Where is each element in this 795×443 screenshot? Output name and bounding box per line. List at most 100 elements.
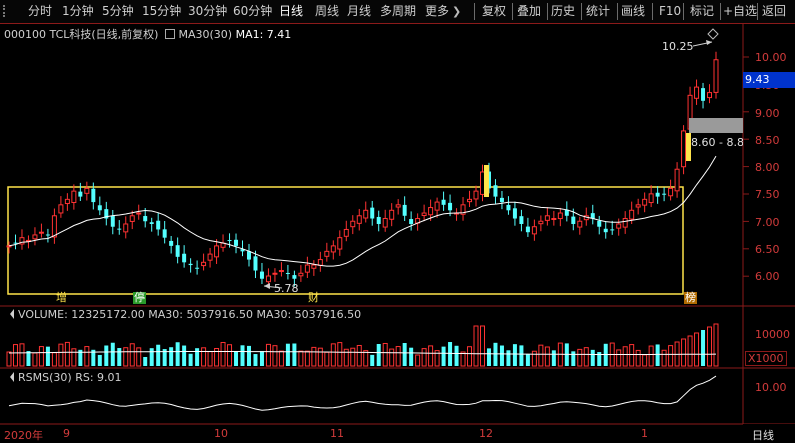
candle-body — [149, 222, 154, 224]
volume-bar — [272, 345, 278, 367]
volume-bar — [467, 346, 473, 367]
volume-bar — [278, 350, 284, 367]
volume-bar — [350, 347, 356, 367]
volume-bar — [337, 342, 343, 367]
collapse-arrow-icon[interactable] — [10, 372, 14, 382]
volume-bar — [460, 351, 466, 367]
collapse-arrow-icon[interactable] — [10, 309, 14, 319]
volume-bar — [285, 343, 290, 366]
candle-body — [428, 207, 434, 216]
volume-bar — [687, 335, 693, 367]
volume-bar — [642, 354, 648, 367]
candle-body — [253, 256, 258, 271]
candle-body — [272, 272, 278, 275]
volume-bar — [551, 350, 556, 366]
candle-body — [136, 212, 142, 215]
volume-bar — [97, 354, 102, 366]
volume-bar — [661, 349, 667, 367]
candle-body — [97, 205, 102, 211]
volume-bar — [149, 348, 154, 366]
candle-body — [285, 272, 290, 274]
marker-bang[interactable]: 榜 — [684, 292, 697, 304]
x-axis-period: 日线 — [752, 429, 774, 442]
volume-bar — [317, 347, 323, 367]
candle-body — [409, 219, 414, 224]
volume-bar — [525, 354, 530, 366]
candle-body — [493, 185, 498, 197]
high-price-label: 10.25 — [662, 40, 694, 53]
price-tick: 8.50 — [755, 134, 780, 147]
candle-body — [38, 231, 44, 234]
candle-body — [610, 229, 615, 231]
marker-zeng[interactable]: 增 — [55, 292, 68, 304]
candle-body — [662, 193, 667, 195]
volume-bar — [648, 345, 654, 367]
highlight-bar — [484, 165, 489, 197]
diamond-icon[interactable] — [707, 28, 719, 40]
marker-ting[interactable]: 停 — [133, 292, 146, 304]
x-axis-label: 12 — [479, 427, 493, 440]
volume-bar — [376, 344, 381, 366]
candle-body — [467, 198, 473, 203]
candle-body — [78, 191, 83, 197]
candle-body — [441, 199, 446, 205]
volume-bar — [143, 356, 148, 366]
candle-body — [551, 218, 557, 221]
volume-bar — [71, 348, 77, 367]
time-axis: 2020年 9 10 11 12 1 — [0, 427, 743, 443]
volume-bar — [519, 345, 524, 366]
volume-bar — [538, 344, 544, 367]
candle-body — [506, 204, 511, 211]
candle-body — [317, 259, 323, 266]
volume-bar — [304, 350, 310, 367]
volume-bar — [117, 348, 122, 366]
candle-body — [234, 239, 239, 246]
volume-bar — [58, 343, 64, 367]
candle-body — [597, 220, 602, 227]
volume-bar — [479, 325, 485, 367]
marker-cai[interactable]: 财 — [307, 292, 320, 304]
candle-body — [169, 240, 174, 246]
volume-bar — [363, 350, 369, 367]
volume-bar — [182, 345, 187, 366]
rsms-tick: 10.00 — [755, 381, 787, 394]
volume-unit: X1000 — [745, 351, 787, 366]
candle-body — [311, 264, 317, 269]
candle-body — [246, 251, 251, 260]
candle-body — [214, 245, 220, 258]
candle-body — [557, 212, 563, 220]
price-tick: 6.00 — [755, 270, 780, 283]
volume-bar — [395, 346, 401, 367]
candle-body — [350, 220, 356, 228]
candle-body — [370, 207, 375, 219]
volume-bar — [175, 342, 180, 366]
candle-body — [182, 253, 187, 263]
volume-bar — [622, 346, 628, 367]
volume-bar — [370, 354, 375, 366]
volume-bar — [201, 347, 207, 367]
candle-body — [207, 253, 213, 261]
volume-bar — [635, 349, 641, 367]
volume-bar — [512, 344, 517, 366]
candle-body — [402, 204, 407, 216]
candle-body — [629, 209, 635, 220]
candle-body — [58, 204, 64, 214]
rsms-info: RSMS(30) RS: 9.01 — [18, 371, 122, 384]
candle-body — [655, 192, 660, 197]
volume-bar — [694, 332, 700, 367]
volume-bar — [330, 343, 336, 367]
candle-body — [642, 198, 648, 206]
candle-body — [616, 223, 622, 229]
x-axis-label: 10 — [214, 427, 228, 440]
volume-bar — [311, 346, 317, 367]
volume-bar — [6, 351, 12, 367]
candle-body — [448, 202, 453, 211]
candle-body — [668, 187, 674, 197]
candle-body — [701, 88, 706, 101]
volume-bar — [454, 345, 459, 366]
candle-body — [343, 228, 349, 237]
volume-bar — [616, 349, 622, 367]
candle-body — [479, 171, 485, 195]
volume-bar — [110, 342, 115, 366]
candle-body — [298, 272, 304, 277]
